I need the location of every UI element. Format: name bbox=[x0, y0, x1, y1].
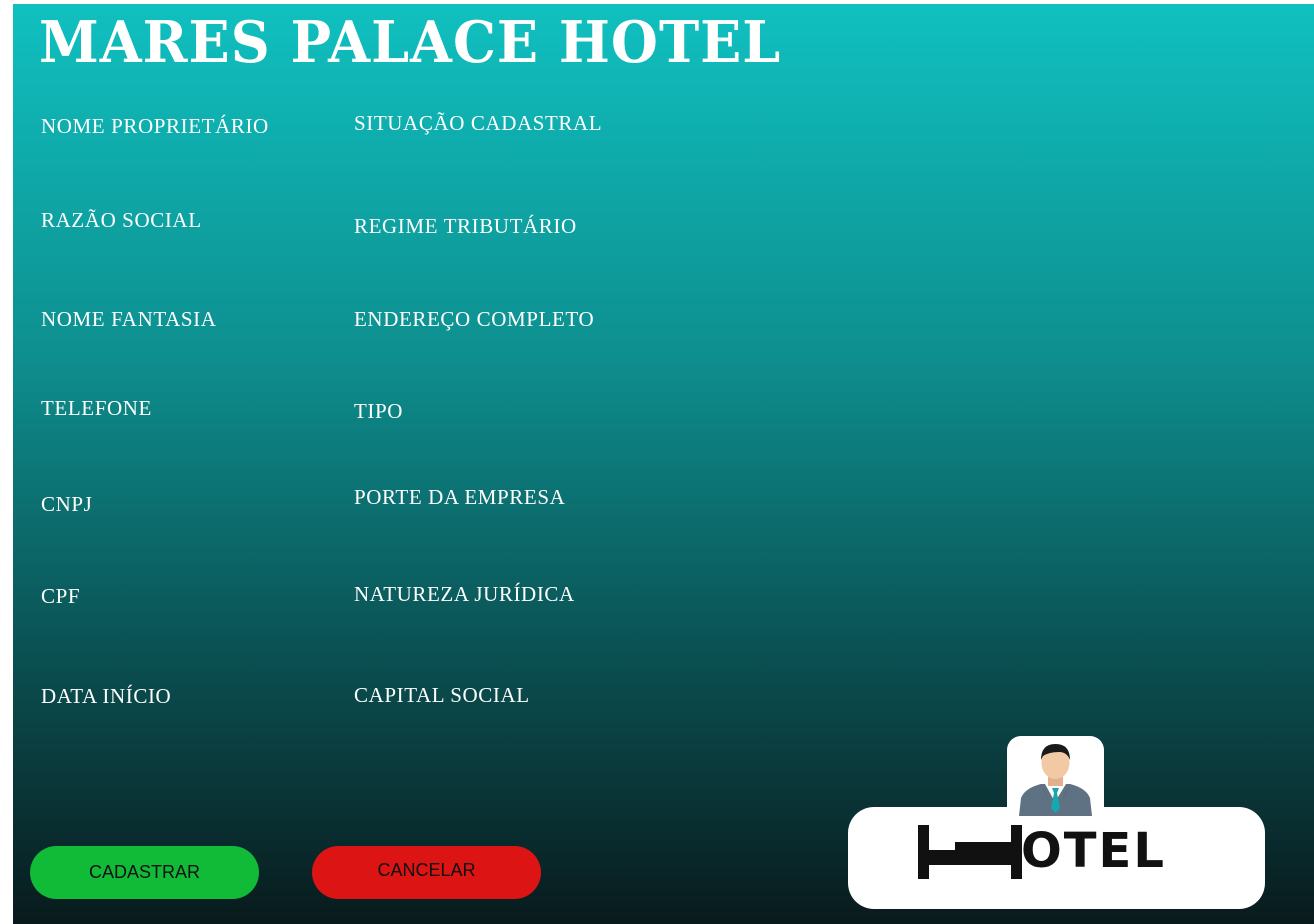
bed-h-icon bbox=[918, 825, 1022, 879]
label-situacao-cadastral: SITUAÇÃO CADASTRAL bbox=[354, 111, 603, 135]
label-cnpj: CNPJ bbox=[41, 492, 93, 516]
hotel-logo-text: OTEL bbox=[1021, 823, 1166, 879]
label-tipo: TIPO bbox=[354, 399, 404, 423]
label-razao-social: RAZÃO SOCIAL bbox=[41, 208, 202, 232]
hotel-logo-card: OTEL bbox=[848, 807, 1265, 909]
label-cpf: CPF bbox=[41, 584, 81, 608]
cancel-button-label: CANCELAR bbox=[377, 860, 476, 880]
label-telefone: TELEFONE bbox=[41, 396, 152, 420]
registration-window: MARES PALACE HOTEL NOME PROPRIETÁRIO RAZ… bbox=[13, 4, 1314, 924]
avatar[interactable] bbox=[1007, 736, 1104, 818]
register-button[interactable]: CADASTRAR bbox=[30, 846, 259, 899]
label-capital-social: CAPITAL SOCIAL bbox=[354, 683, 530, 707]
businessman-avatar-icon bbox=[1019, 744, 1092, 816]
cancel-button[interactable]: CANCELAR bbox=[312, 846, 541, 899]
register-button-label: CADASTRAR bbox=[88, 862, 200, 882]
label-regime-tributario: REGIME TRIBUTÁRIO bbox=[354, 214, 577, 238]
label-natureza-juridica: NATUREZA JURÍDICA bbox=[354, 582, 575, 606]
label-porte-da-empresa: PORTE DA EMPRESA bbox=[354, 485, 566, 509]
label-data-inicio: DATA INÍCIO bbox=[41, 684, 172, 708]
label-nome-proprietario: NOME PROPRIETÁRIO bbox=[41, 114, 269, 138]
page-title: MARES PALACE HOTEL bbox=[39, 8, 782, 76]
label-nome-fantasia: NOME FANTASIA bbox=[41, 307, 217, 331]
label-endereco-completo: ENDEREÇO COMPLETO bbox=[354, 307, 595, 331]
